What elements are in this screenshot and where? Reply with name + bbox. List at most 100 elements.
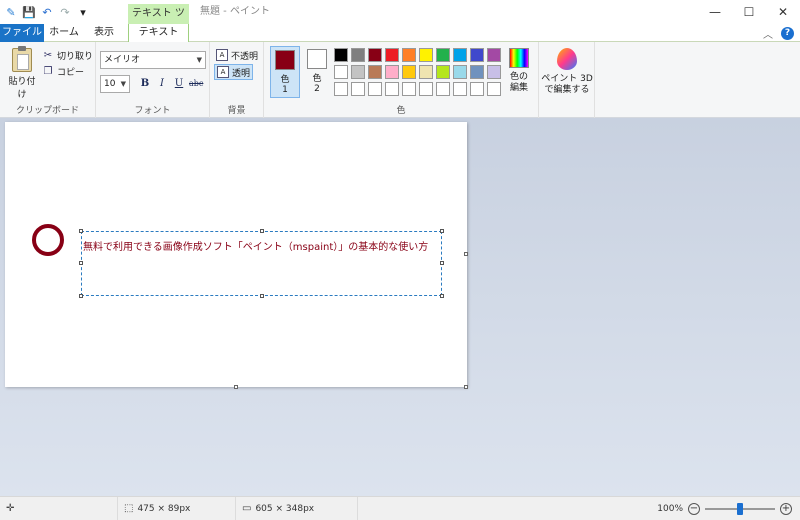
palette-color-swatch[interactable]	[453, 65, 467, 79]
palette-color-swatch[interactable]	[402, 82, 416, 96]
palette-color-swatch[interactable]	[385, 48, 399, 62]
palette-color-swatch[interactable]	[402, 48, 416, 62]
color2-number: 2	[314, 84, 320, 94]
palette-color-swatch[interactable]	[368, 65, 382, 79]
cut-button[interactable]: ✂ 切り取り	[42, 48, 93, 62]
paint3d-line2: で編集する	[544, 85, 590, 95]
zoom-in-button[interactable]: +	[780, 502, 792, 515]
palette-color-swatch[interactable]	[436, 65, 450, 79]
tab-view[interactable]: 表示	[86, 24, 122, 42]
font-family-select[interactable]: メイリオ ▼	[100, 51, 206, 69]
colors-group-label: 色	[396, 106, 406, 116]
tab-file[interactable]: ファイル	[0, 24, 44, 42]
move-cursor-icon: ✛	[6, 503, 15, 514]
palette-color-swatch[interactable]	[334, 65, 348, 79]
zoom-slider[interactable]	[705, 502, 775, 516]
close-button[interactable]: ✕	[766, 0, 800, 24]
minimize-button[interactable]: —	[698, 0, 732, 24]
edit-colors-line2: 編集	[509, 83, 528, 93]
drawing-canvas[interactable]: 無料で利用できる画像作成ソフト「ペイント（mspaint）」の基本的な使い方	[5, 122, 467, 387]
text-box[interactable]: 無料で利用できる画像作成ソフト「ペイント（mspaint）」の基本的な使い方	[79, 229, 444, 298]
palette-color-swatch[interactable]	[453, 48, 467, 62]
palette-color-swatch[interactable]	[334, 82, 348, 96]
canvas-resize-handle-bottom[interactable]	[234, 385, 238, 389]
palette-color-swatch[interactable]	[419, 65, 433, 79]
zoom-level: 100%	[657, 503, 683, 514]
font-size-value: 10	[104, 79, 116, 89]
bold-button[interactable]: B	[138, 76, 152, 92]
color2-label: 色	[312, 74, 322, 84]
palette-color-swatch[interactable]	[351, 82, 365, 96]
canvas-resize-handle-right[interactable]	[464, 252, 468, 256]
textbox-handle[interactable]	[440, 294, 444, 298]
font-size-select[interactable]: 10 ▼	[100, 75, 130, 93]
textbox-handle[interactable]	[79, 294, 83, 298]
palette-color-swatch[interactable]	[419, 48, 433, 62]
text-box-content: 無料で利用できる画像作成ソフト「ペイント（mspaint）」の基本的な使い方	[83, 242, 429, 253]
palette-color-swatch[interactable]	[351, 65, 365, 79]
color1-button[interactable]: 色 1	[270, 46, 300, 98]
zoom-out-button[interactable]: −	[688, 502, 700, 515]
opaque-icon: A	[216, 49, 228, 61]
tab-home[interactable]: ホーム	[46, 24, 82, 42]
customize-qat-icon[interactable]: ▾	[76, 5, 90, 19]
redo-icon[interactable]: ↷	[58, 5, 72, 19]
edit-colors-button[interactable]: 色の 編集	[504, 48, 534, 94]
palette-color-swatch[interactable]	[436, 82, 450, 96]
edit-with-paint3d-button[interactable]: ペイント 3D で編集する	[541, 48, 593, 96]
palette-color-swatch[interactable]	[436, 48, 450, 62]
palette-color-swatch[interactable]	[385, 82, 399, 96]
paint-app-icon[interactable]: ✎	[4, 5, 18, 19]
copy-button[interactable]: ❐ コピー	[42, 64, 85, 78]
colors-group: 色 1 色 2 色の 編集 色	[264, 42, 539, 118]
ribbon-controls: ︿ ?	[763, 26, 794, 41]
collapse-ribbon-icon[interactable]: ︿	[763, 26, 773, 41]
textbox-handle[interactable]	[79, 229, 83, 233]
italic-button[interactable]: I	[155, 76, 169, 92]
textbox-handle[interactable]	[260, 229, 264, 233]
palette-color-swatch[interactable]	[487, 65, 501, 79]
chevron-down-icon: ▼	[120, 80, 126, 88]
palette-color-swatch[interactable]	[351, 48, 365, 62]
transparent-option[interactable]: A 透明	[214, 64, 254, 80]
palette-color-swatch[interactable]	[470, 82, 484, 96]
palette-color-swatch[interactable]	[368, 82, 382, 96]
palette-color-swatch[interactable]	[402, 65, 416, 79]
palette-color-swatch[interactable]	[487, 48, 501, 62]
palette-color-swatch[interactable]	[453, 82, 467, 96]
image-size-cell: ▭ 605 × 348px	[236, 497, 358, 520]
palette-color-swatch[interactable]	[470, 48, 484, 62]
palette-color-swatch[interactable]	[419, 82, 433, 96]
font-group: メイリオ ▼ 10 ▼ B I U abc フォント	[96, 42, 210, 118]
opaque-option[interactable]: A 不透明	[214, 47, 260, 63]
tab-text[interactable]: テキスト	[128, 24, 189, 43]
textbox-handle[interactable]	[440, 229, 444, 233]
palette-color-swatch[interactable]	[368, 48, 382, 62]
save-icon[interactable]: 💾	[22, 5, 36, 19]
background-group: A 不透明 A 透明 背景	[210, 42, 264, 118]
help-icon[interactable]: ?	[781, 27, 794, 40]
paint3d-group: ペイント 3D で編集する	[539, 42, 595, 118]
zoom-slider-thumb[interactable]	[737, 502, 743, 515]
title-bar: ✎ 💾 ↶ ↷ ▾ テキスト ツール 無題 - ペイント — ☐ ✕	[0, 0, 800, 39]
paste-button[interactable]: 貼り付け	[6, 46, 38, 100]
palette-color-swatch[interactable]	[334, 48, 348, 62]
undo-icon[interactable]: ↶	[40, 5, 54, 19]
palette-color-swatch[interactable]	[385, 65, 399, 79]
canvas-resize-handle-corner[interactable]	[464, 385, 468, 389]
strikethrough-button[interactable]: abc	[189, 76, 203, 92]
textbox-handle[interactable]	[260, 294, 264, 298]
maximize-button[interactable]: ☐	[732, 0, 766, 24]
scissors-icon: ✂	[43, 49, 53, 61]
underline-button[interactable]: U	[172, 76, 186, 92]
window-title: 無題 - ペイント	[200, 6, 270, 17]
color2-button[interactable]: 色 2	[302, 46, 332, 98]
palette-color-swatch[interactable]	[487, 82, 501, 96]
paint3d-icon	[557, 48, 577, 70]
textbox-handle[interactable]	[79, 261, 83, 265]
color1-swatch	[275, 50, 295, 70]
textbox-handle[interactable]	[440, 261, 444, 265]
color1-number: 1	[282, 85, 288, 95]
font-group-label: フォント	[134, 106, 171, 116]
palette-color-swatch[interactable]	[470, 65, 484, 79]
